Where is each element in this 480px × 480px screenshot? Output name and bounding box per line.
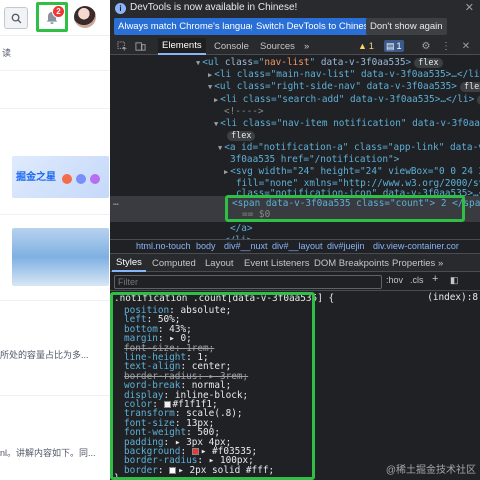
switch-to-chinese-button[interactable]: Switch DevTools to Chinese [252, 18, 378, 35]
breadcrumb-item[interactable]: div#__layout [272, 241, 323, 251]
more-tabs-button[interactable]: » [300, 38, 313, 55]
gear-icon[interactable]: ⚙ [420, 40, 432, 52]
dom-comment[interactable]: <!----> [224, 106, 264, 118]
flex-badge[interactable]: flex [227, 131, 256, 141]
dom-node-right-side-nav[interactable]: ▼ <ul class="right-side-nav" data-v-3f0aa… [208, 81, 480, 93]
webpage-panel: 2 读 掘金之星 所处的容量占比为多... nl。讲解内容如下。同... [0, 0, 110, 480]
breadcrumb-item[interactable]: div#__nuxt [224, 241, 268, 251]
breadcrumb-item[interactable]: div.view-container.cor [373, 241, 459, 251]
expand-triangle-icon[interactable]: ▶ [224, 168, 228, 176]
css-rule-pane: .notification .count[data-v-3f0aa535] { … [110, 292, 480, 480]
tab-dom-breakpoints[interactable]: DOM Breakpoints [310, 254, 393, 272]
dont-show-again-button[interactable]: Don't show again [366, 18, 447, 35]
breadcrumb-item[interactable]: body [196, 241, 216, 251]
tab-event-listeners[interactable]: Event Listeners [240, 254, 313, 272]
styles-tabbar: Styles Computed Layout Event Listeners D… [110, 253, 480, 272]
selected-node-ellipsis[interactable]: … [113, 197, 119, 209]
kebab-menu-icon[interactable]: ⋮ [440, 40, 452, 52]
highlight-outline [225, 195, 465, 222]
hover-state-toggle[interactable]: :hov [386, 275, 403, 285]
dom-node-search-add[interactable]: ▶ <li class="search-add" data-v-3f0aa535>… [214, 94, 480, 106]
breadcrumb: html.no-touch body div#__nuxt div#__layo… [110, 239, 480, 252]
divider [0, 214, 110, 215]
decor-ball [90, 174, 100, 184]
messages-badge[interactable]: ▤ 1 [384, 40, 404, 52]
warnings-badge[interactable]: ▲ 1 [358, 40, 374, 52]
divider [0, 395, 110, 396]
infobar-message: DevTools is now available in Chinese! [130, 2, 298, 13]
language-infobar: i DevTools is now available in Chinese! … [110, 0, 480, 38]
dom-node-notification-a[interactable]: ▼ <a id="notification-a" class="app-link"… [218, 142, 480, 154]
message-icon: ▤ [386, 40, 395, 51]
tab-console[interactable]: Console [210, 38, 253, 55]
info-icon: i [115, 3, 126, 14]
dom-node-svg[interactable]: ▶ <svg width="24" height="24" viewBox="0 … [224, 166, 480, 178]
search-icon [11, 13, 21, 23]
dom-node-a-close[interactable]: </a> [230, 223, 253, 235]
watermark: @稀土掘金技术社区 [385, 465, 476, 476]
always-match-language-button[interactable]: Always match Chrome's language [114, 18, 266, 35]
dom-node-notification-a-cont[interactable]: 3f0aa535 href="/notification"> [230, 154, 399, 166]
dom-node-nav-list[interactable]: ▼ <ul class="nav-list" data-v-3f0aa535> fl… [196, 57, 443, 69]
class-toggle[interactable]: .cls [410, 275, 424, 285]
tab-elements[interactable]: Elements [158, 38, 206, 55]
dom-node-notification-li[interactable]: ▼ <li class="nav-item notification" data-… [214, 118, 480, 130]
warnings-count: 1 [368, 41, 374, 51]
expand-triangle-icon[interactable]: ▶ [214, 96, 218, 104]
search-button[interactable] [4, 7, 28, 29]
warning-icon: ▲ [358, 41, 367, 51]
site-text-line: nl。讲解内容如下。同... [0, 448, 96, 458]
styles-filter-input[interactable] [114, 275, 382, 289]
promo-banner[interactable]: 掘金之星 [12, 156, 109, 198]
tab-layout[interactable]: Layout [201, 254, 238, 272]
flex-badge[interactable]: flex [459, 82, 480, 92]
toggle-sidebar-icon[interactable]: ◧ [450, 275, 459, 286]
divider [0, 108, 110, 109]
messages-count: 1 [396, 41, 402, 51]
devtools-panel: i DevTools is now available in Chinese! … [110, 0, 480, 480]
highlight-outline [110, 292, 315, 480]
tab-computed[interactable]: Computed [148, 254, 200, 272]
tab-properties[interactable]: Properties [388, 254, 439, 272]
more-tabs-button[interactable]: » [434, 254, 447, 272]
expand-triangle-icon[interactable]: ▼ [208, 83, 212, 91]
tab-sources[interactable]: Sources [256, 38, 299, 55]
notification-count-badge: 2 [52, 5, 65, 18]
article-thumbnail[interactable] [12, 228, 109, 286]
new-rule-button[interactable]: + [432, 273, 438, 285]
site-text-line: 所处的容量占比为多... [0, 350, 89, 360]
expand-triangle-icon[interactable]: ▶ [208, 71, 212, 79]
notification-button[interactable]: 2 [36, 2, 68, 32]
expand-triangle-icon[interactable]: ▼ [214, 120, 218, 128]
breadcrumb-item[interactable]: div#juejin [327, 241, 365, 251]
close-icon[interactable]: ✕ [465, 1, 474, 14]
close-devtools-icon[interactable]: ✕ [460, 40, 472, 52]
site-header: 2 [0, 0, 110, 36]
decor-ball [62, 174, 72, 184]
divider [0, 300, 110, 301]
rule-source-link[interactable]: (index):8 [427, 292, 478, 303]
divider [0, 70, 110, 71]
styles-filterbar: :hov .cls + ◧ [110, 273, 480, 291]
dom-node-main-nav-list[interactable]: ▶ <li class="main-nav-list" data-v-3f0aa5… [208, 69, 480, 81]
inspect-element-icon[interactable] [116, 40, 128, 52]
decor-ball [76, 174, 86, 184]
banner-logo: 掘金之星 [16, 172, 56, 183]
dom-tree: ▼ <ul class="nav-list" data-v-3f0aa535> fl… [110, 55, 480, 239]
device-toolbar-icon[interactable] [134, 40, 146, 52]
expand-triangle-icon[interactable]: ▼ [196, 59, 200, 67]
user-avatar[interactable] [74, 6, 96, 28]
devtools-toolbar: Elements Console Sources » ▲ 1 ▤ 1 ⚙ ⋮ ✕ [110, 38, 480, 55]
tab-styles[interactable]: Styles [112, 254, 146, 272]
expand-triangle-icon[interactable]: ▼ [218, 144, 222, 152]
site-text-line: 读 [2, 48, 12, 58]
flex-badge[interactable]: flex [414, 58, 443, 68]
breadcrumb-item[interactable]: html.no-touch [136, 241, 191, 251]
